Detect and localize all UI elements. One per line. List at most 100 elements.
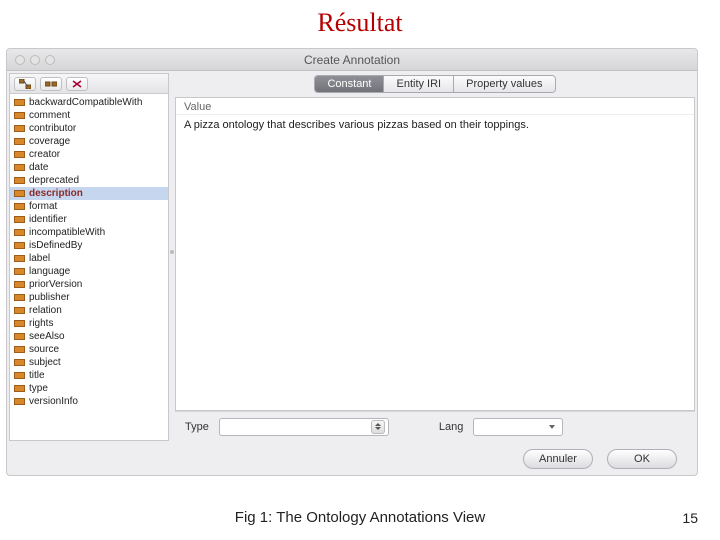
button-bar: Annuler OK	[7, 443, 697, 475]
property-item-label: isDefinedBy	[29, 240, 82, 251]
property-icon	[14, 372, 25, 379]
property-item[interactable]: incompatibleWith	[10, 226, 168, 239]
type-combo[interactable]	[219, 418, 389, 436]
add-sibling-button[interactable]	[14, 77, 36, 91]
value-text[interactable]: A pizza ontology that describes various …	[176, 115, 694, 135]
tab-row: ConstantEntity IRIProperty values	[175, 73, 695, 95]
property-item[interactable]: source	[10, 343, 168, 356]
value-header: Value	[176, 98, 694, 115]
property-icon	[14, 203, 25, 210]
property-item-label: label	[29, 253, 50, 264]
window-body: backwardCompatibleWith comment contributor…	[7, 71, 697, 475]
property-icon	[14, 281, 25, 288]
property-icon	[14, 190, 25, 197]
property-item[interactable]: date	[10, 161, 168, 174]
right-pane: ConstantEntity IRIProperty values Value …	[175, 73, 695, 441]
property-item-label: contributor	[29, 123, 76, 134]
property-icon	[14, 294, 25, 301]
property-item-label: priorVersion	[29, 279, 82, 290]
property-item-label: backwardCompatibleWith	[29, 97, 142, 108]
property-item-label: rights	[29, 318, 53, 329]
property-item-label: comment	[29, 110, 70, 121]
splitter-grip-icon	[170, 250, 174, 254]
property-icon	[14, 112, 25, 119]
property-item[interactable]: creator	[10, 148, 168, 161]
splitter[interactable]	[169, 71, 175, 443]
slide-title: Résultat	[0, 0, 720, 42]
lang-label: Lang	[439, 421, 463, 433]
property-item-label: title	[29, 370, 45, 381]
tab-segmented-control: ConstantEntity IRIProperty values	[314, 75, 555, 93]
property-icon	[14, 320, 25, 327]
property-item-label: versionInfo	[29, 396, 78, 407]
property-item-label: deprecated	[29, 175, 79, 186]
cancel-button[interactable]: Annuler	[523, 449, 593, 469]
property-item[interactable]: format	[10, 200, 168, 213]
property-item[interactable]: coverage	[10, 135, 168, 148]
property-item[interactable]: relation	[10, 304, 168, 317]
value-area: Value A pizza ontology that describes va…	[175, 97, 695, 411]
property-item[interactable]: publisher	[10, 291, 168, 304]
add-child-button[interactable]	[40, 77, 62, 91]
property-item[interactable]: isDefinedBy	[10, 239, 168, 252]
property-item[interactable]: comment	[10, 109, 168, 122]
property-item-label: seeAlso	[29, 331, 65, 342]
content-row: backwardCompatibleWith comment contributor…	[7, 71, 697, 443]
window-title: Create Annotation	[7, 53, 697, 67]
titlebar: Create Annotation	[7, 49, 697, 71]
property-icon	[14, 255, 25, 262]
property-item[interactable]: description	[10, 187, 168, 200]
page-number: 15	[682, 510, 698, 526]
property-icon	[14, 359, 25, 366]
property-icon	[14, 333, 25, 340]
property-item[interactable]: backwardCompatibleWith	[10, 96, 168, 109]
property-icon	[14, 229, 25, 236]
property-item[interactable]: identifier	[10, 213, 168, 226]
lang-combo[interactable]	[473, 418, 563, 436]
tab-entity-iri[interactable]: Entity IRI	[384, 76, 454, 92]
property-icon	[14, 125, 25, 132]
property-icon	[14, 99, 25, 106]
tab-property-values[interactable]: Property values	[454, 76, 554, 92]
type-label: Type	[185, 421, 209, 433]
property-item-label: publisher	[29, 292, 70, 303]
property-item-label: coverage	[29, 136, 70, 147]
updown-icon	[371, 420, 385, 434]
ok-button[interactable]: OK	[607, 449, 677, 469]
property-item[interactable]: subject	[10, 356, 168, 369]
property-item[interactable]: seeAlso	[10, 330, 168, 343]
property-item-label: date	[29, 162, 48, 173]
property-item[interactable]: contributor	[10, 122, 168, 135]
property-icon	[14, 138, 25, 145]
property-item-label: type	[29, 383, 48, 394]
property-item-label: subject	[29, 357, 61, 368]
property-icon	[14, 177, 25, 184]
property-icon	[14, 385, 25, 392]
property-item[interactable]: priorVersion	[10, 278, 168, 291]
property-item[interactable]: title	[10, 369, 168, 382]
property-icon	[14, 151, 25, 158]
property-icon	[14, 216, 25, 223]
chevron-down-icon	[545, 420, 559, 434]
property-item[interactable]: type	[10, 382, 168, 395]
property-item-label: incompatibleWith	[29, 227, 105, 238]
property-item[interactable]: label	[10, 252, 168, 265]
property-list-pane: backwardCompatibleWith comment contributor…	[9, 73, 169, 441]
property-item-label: language	[29, 266, 70, 277]
property-icon	[14, 268, 25, 275]
tab-constant[interactable]: Constant	[315, 76, 384, 92]
property-list[interactable]: backwardCompatibleWith comment contributor…	[10, 94, 168, 440]
property-item-label: identifier	[29, 214, 67, 225]
property-item[interactable]: deprecated	[10, 174, 168, 187]
property-item-label: source	[29, 344, 59, 355]
property-item-label: relation	[29, 305, 62, 316]
delete-button[interactable]	[66, 77, 88, 91]
property-icon	[14, 242, 25, 249]
property-item[interactable]: versionInfo	[10, 395, 168, 408]
property-icon	[14, 164, 25, 171]
property-item-label: format	[29, 201, 57, 212]
property-item[interactable]: language	[10, 265, 168, 278]
bottom-fields: Type Lang	[175, 411, 695, 441]
figure-caption: Fig 1: The Ontology Annotations View	[0, 509, 720, 526]
property-item[interactable]: rights	[10, 317, 168, 330]
